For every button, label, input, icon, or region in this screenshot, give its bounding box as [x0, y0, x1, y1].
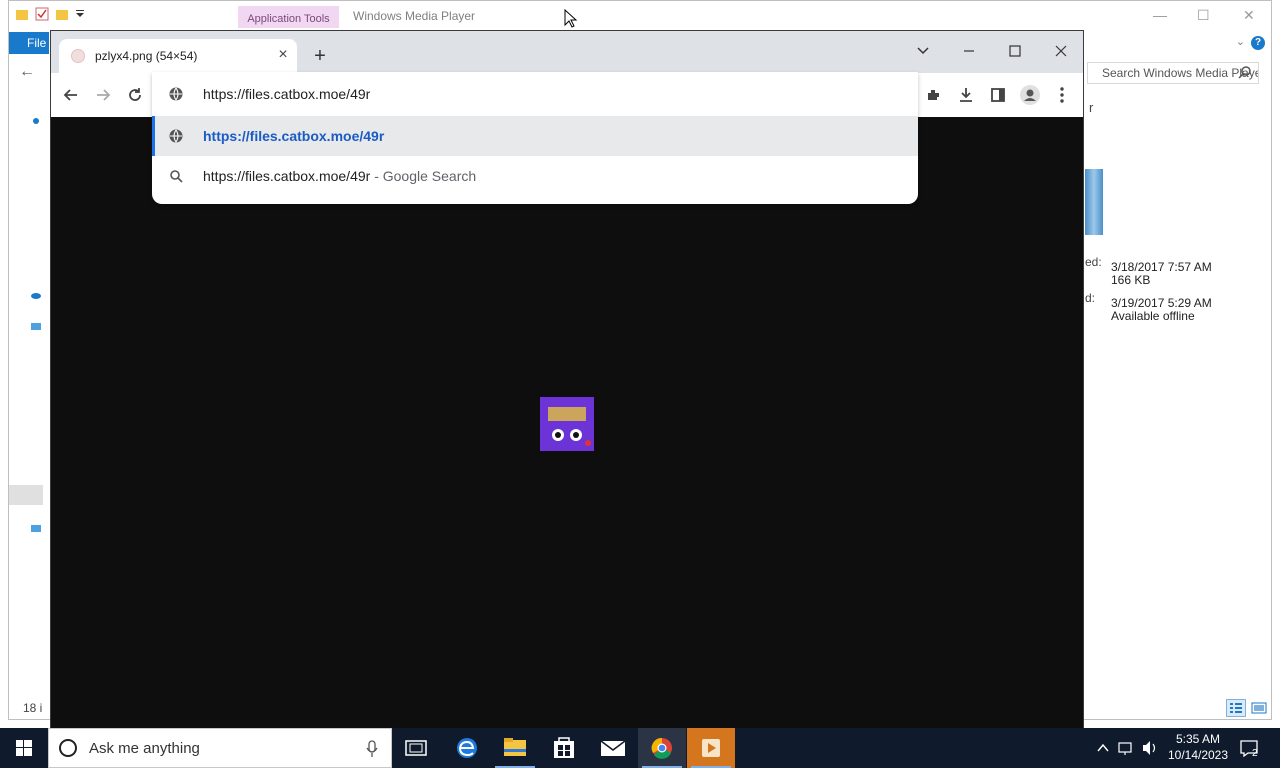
omnibox-dropdown: https://files.catbox.moe/49r https://fil… — [152, 72, 918, 204]
qat-dropdown-icon[interactable] — [75, 7, 89, 21]
store-icon[interactable] — [540, 728, 588, 768]
quick-access-star-icon[interactable] — [31, 115, 41, 125]
suggestion-search-suffix: - Google Search — [370, 168, 477, 184]
show-hidden-icons[interactable] — [1094, 728, 1112, 768]
back-arrow-icon[interactable]: ← — [19, 63, 35, 81]
taskbar-search-box[interactable]: Ask me anything — [48, 728, 392, 768]
item-count: 18 i — [23, 701, 43, 715]
nav-selected-item[interactable] — [9, 485, 43, 505]
application-tools-tab[interactable]: Application Tools — [238, 6, 339, 28]
forward-arrow-icon[interactable] — [89, 81, 117, 109]
new-folder-icon[interactable] — [55, 7, 69, 21]
file-thumbnail — [1085, 169, 1103, 235]
chrome-icon[interactable] — [638, 728, 686, 768]
back-arrow-icon[interactable] — [57, 81, 85, 109]
close-icon[interactable] — [1047, 37, 1075, 65]
quick-access-toolbar — [15, 7, 89, 21]
more-menu-icon[interactable] — [1048, 81, 1076, 109]
this-pc-icon[interactable] — [31, 321, 41, 331]
clock-time: 5:35 AM — [1175, 732, 1221, 746]
edge-icon[interactable] — [443, 728, 491, 768]
folder-icon[interactable] — [15, 7, 29, 21]
new-tab-button[interactable]: + — [309, 45, 331, 67]
explorer-search-input[interactable]: Search Windows Media Player — [1087, 62, 1259, 84]
detail-row: d: 3/19/2017 5:29 AM — [1085, 291, 1212, 310]
tab-close-icon[interactable]: × — [273, 45, 293, 65]
cortana-icon — [59, 739, 77, 757]
download-icon[interactable] — [952, 81, 980, 109]
network-icon[interactable] — [1116, 728, 1136, 768]
tab-strip: pzlyx4.png (54×54) × + — [51, 31, 1083, 73]
address-bar[interactable]: https://files.catbox.moe/49r — [152, 72, 918, 116]
large-icons-view-icon[interactable] — [1251, 701, 1267, 715]
selection-indicator — [152, 116, 155, 156]
tab-favicon-icon — [71, 49, 85, 63]
search-icon — [168, 168, 184, 184]
onedrive-icon[interactable] — [31, 289, 41, 299]
globe-icon — [168, 86, 184, 102]
start-button[interactable] — [0, 728, 48, 768]
volume-icon[interactable] — [1140, 728, 1160, 768]
mouse-cursor-icon — [564, 8, 578, 29]
displayed-image — [540, 397, 594, 451]
maximize-icon[interactable]: ☐ — [1197, 7, 1210, 24]
details-view-icon[interactable] — [1226, 699, 1246, 717]
side-panel-icon[interactable] — [984, 81, 1012, 109]
taskbar-search-placeholder: Ask me anything — [89, 740, 200, 757]
close-icon[interactable]: ✕ — [1243, 7, 1255, 24]
extensions-icon[interactable] — [920, 81, 948, 109]
microphone-icon[interactable] — [365, 739, 379, 759]
task-view-icon[interactable] — [392, 728, 440, 768]
help-icon[interactable]: ? — [1251, 36, 1265, 50]
globe-icon — [168, 128, 184, 144]
profile-avatar-icon[interactable] — [1016, 81, 1044, 109]
action-center-icon[interactable]: 2 — [1238, 728, 1262, 768]
search-icon[interactable] — [1238, 65, 1252, 79]
explorer-window-title: Windows Media Player — [353, 9, 476, 23]
tab-title: pzlyx4.png (54×54) — [95, 49, 198, 63]
suggestion-search[interactable]: https://files.catbox.moe/49r - Google Se… — [152, 156, 918, 196]
maximize-icon[interactable] — [1001, 37, 1029, 65]
suggestion-search-text: https://files.catbox.moe/49r - Google Se… — [203, 168, 477, 184]
properties-icon[interactable] — [35, 7, 49, 21]
taskbar-clock[interactable]: 5:35 AM 10/14/2023 — [1162, 731, 1234, 763]
explorer-search-placeholder: Search Windows Media Player — [1102, 66, 1259, 80]
mail-icon[interactable] — [589, 728, 637, 768]
file-tab[interactable]: File — [9, 32, 49, 54]
media-player-icon[interactable] — [687, 728, 735, 768]
active-tab[interactable]: pzlyx4.png (54×54) × — [59, 39, 297, 73]
reload-icon[interactable] — [121, 81, 149, 109]
address-bar-text[interactable]: https://files.catbox.moe/49r — [203, 86, 370, 102]
minimize-icon[interactable] — [955, 37, 983, 65]
details-pane: ed: 3/18/2017 7:57 AM 166 KB d: 3/19/2017 … — [1085, 253, 1212, 325]
network-icon[interactable] — [31, 523, 41, 533]
explorer-titlebar — [9, 1, 1271, 32]
taskbar: Ask me anything 5:35 AM 10/14/2023 2 — [0, 728, 1280, 768]
minimize-icon[interactable]: — — [1153, 7, 1167, 23]
detail-row: ed: 3/18/2017 7:57 AM — [1085, 255, 1212, 274]
tab-search-icon[interactable] — [909, 37, 937, 65]
suggestion-url-text: https://files.catbox.moe/49r — [203, 128, 385, 144]
file-explorer-icon[interactable] — [491, 728, 539, 768]
clock-date: 10/14/2023 — [1167, 748, 1229, 762]
suggestion-url[interactable]: https://files.catbox.moe/49r — [152, 116, 918, 156]
ribbon-expand-icon[interactable]: ⌄ — [1236, 35, 1245, 48]
detail-row: Available offline — [1111, 309, 1195, 323]
notification-badge: 2 — [1252, 748, 1258, 759]
pane-title-fragment: r — [1089, 100, 1094, 115]
